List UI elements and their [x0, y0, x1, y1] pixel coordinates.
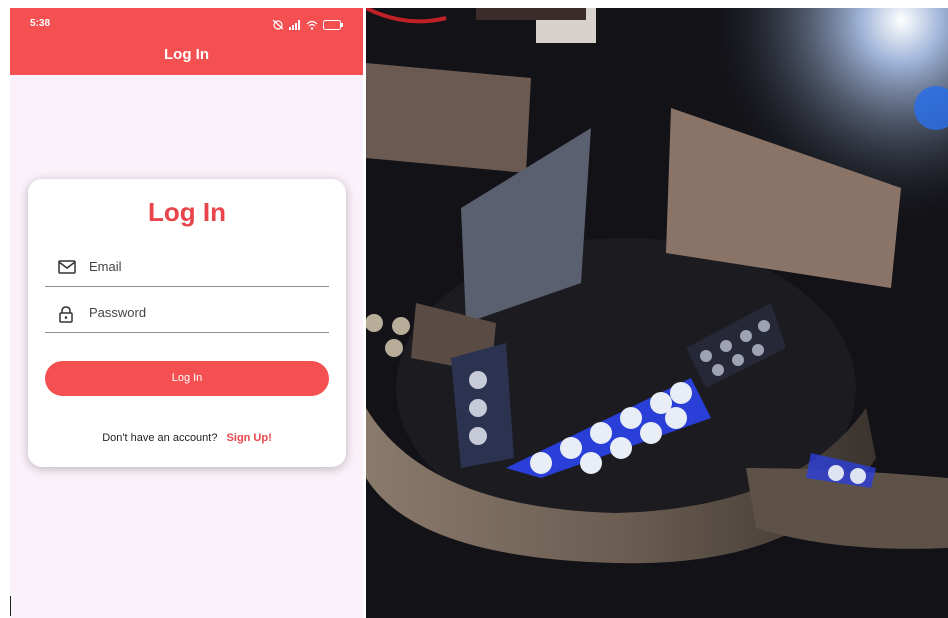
signup-row: Don't have an account? Sign Up!: [28, 432, 346, 444]
password-label: Password: [89, 305, 147, 320]
login-card: Log In Email Password Log In Don't have …: [28, 179, 346, 467]
mail-icon: [58, 260, 76, 276]
email-field[interactable]: Email: [45, 248, 329, 287]
signup-prompt: Don't have an account?: [102, 432, 218, 444]
status-time: 5:38: [30, 18, 51, 29]
battery-icon: [323, 17, 343, 35]
alarm-off-icon: [272, 17, 284, 35]
text-cursor: [10, 596, 11, 616]
status-icons: [272, 17, 343, 35]
hardware-photo: [366, 8, 948, 618]
email-label: Email: [89, 259, 122, 274]
phone-screen: 5:38 Log In Log In Email Password Log In…: [10, 8, 363, 618]
lock-icon: [58, 306, 76, 323]
password-field[interactable]: Password: [45, 294, 329, 333]
wifi-icon: [306, 17, 318, 35]
signal-icon: [289, 17, 301, 35]
login-title: Log In: [148, 197, 226, 227]
signup-link[interactable]: Sign Up!: [227, 432, 272, 444]
app-bar: 5:38 Log In: [10, 8, 363, 75]
login-button[interactable]: Log In: [45, 361, 329, 396]
app-bar-title: Log In: [164, 46, 209, 63]
